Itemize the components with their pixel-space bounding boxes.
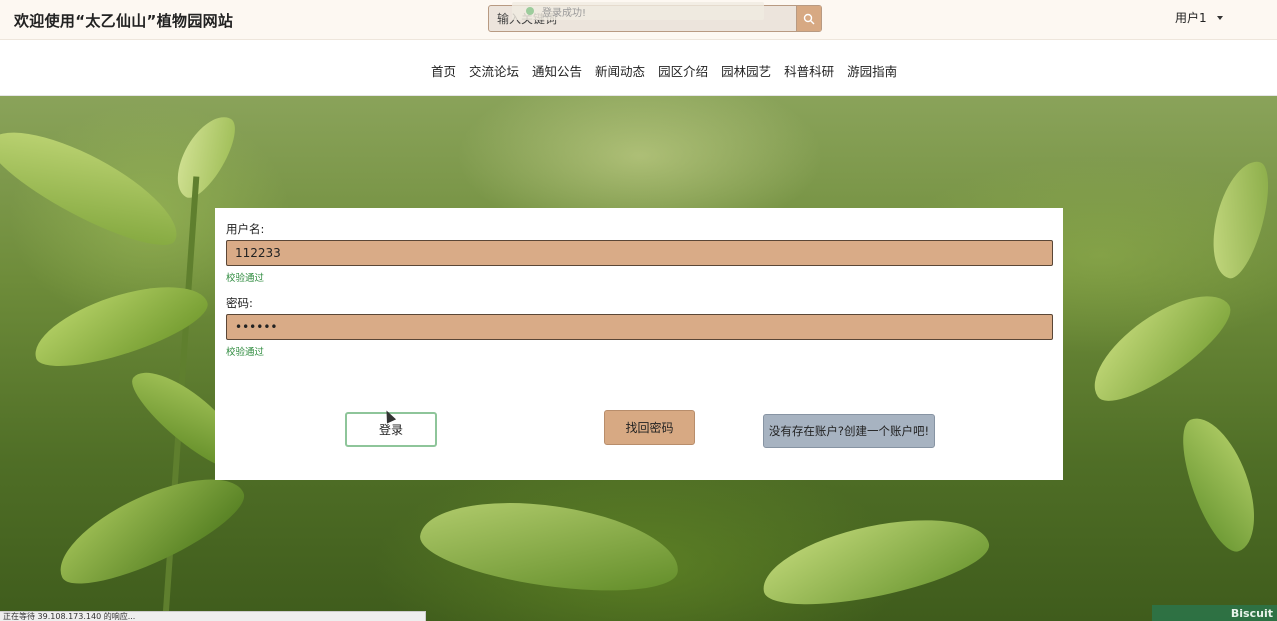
nav-item-gardening[interactable]: 园林园艺: [721, 61, 771, 80]
nav-item-forum[interactable]: 交流论坛: [469, 61, 519, 80]
leaf-shape: [1202, 155, 1277, 283]
user-menu[interactable]: 用户1: [1175, 9, 1223, 26]
success-dot-icon: [526, 7, 534, 15]
main-nav-bar: 首页 交流论坛 通知公告 新闻动态 园区介绍 园林园艺 科普科研 游园指南: [0, 41, 1277, 96]
username-validation: 校验通过: [226, 273, 265, 284]
toast-message: 登录成功!: [542, 7, 587, 19]
leaf-shape: [165, 107, 245, 205]
username-field[interactable]: [226, 240, 1053, 266]
password-label: 密码:: [226, 296, 253, 310]
register-button[interactable]: 没有存在账户?创建一个账户吧!: [763, 414, 935, 448]
nav-item-notices[interactable]: 通知公告: [532, 61, 582, 80]
chevron-down-icon: [1216, 15, 1223, 20]
success-toast: 登录成功!: [512, 2, 764, 20]
main-nav: 首页 交流论坛 通知公告 新闻动态 园区介绍 园林园艺 科普科研 游园指南: [431, 61, 910, 80]
site-title: 欢迎使用“太乙仙山”植物园网站: [14, 12, 234, 30]
leaf-shape: [1077, 275, 1243, 417]
watermark: Biscuit: [1152, 605, 1277, 621]
search-icon: [803, 13, 815, 24]
nav-item-news[interactable]: 新闻动态: [595, 61, 645, 80]
leaf-shape: [755, 502, 995, 620]
top-header: 欢迎使用“太乙仙山”植物园网站 登录成功! 用户1: [0, 0, 1277, 40]
nav-item-visitor-guide[interactable]: 游园指南: [847, 61, 897, 80]
username-label: 用户名:: [226, 222, 265, 236]
leaf-shape: [415, 488, 685, 604]
leaf-shape: [1170, 408, 1270, 559]
password-field[interactable]: [226, 314, 1053, 340]
nav-item-park-intro[interactable]: 园区介绍: [658, 61, 708, 80]
leaf-shape: [0, 110, 192, 262]
login-panel: 用户名: 校验通过 密码: 校验通过 登录 找回密码 没有存在账户?创建一个账户…: [215, 208, 1063, 480]
search-button[interactable]: [796, 6, 821, 31]
browser-status-bar: 正在等待 39.108.173.140 的响应...: [0, 611, 426, 621]
forgot-password-button[interactable]: 找回密码: [604, 410, 695, 445]
password-validation: 校验通过: [226, 347, 265, 358]
user-name: 用户1: [1175, 11, 1207, 25]
nav-item-science[interactable]: 科普科研: [784, 61, 834, 80]
nav-item-home[interactable]: 首页: [431, 61, 456, 80]
